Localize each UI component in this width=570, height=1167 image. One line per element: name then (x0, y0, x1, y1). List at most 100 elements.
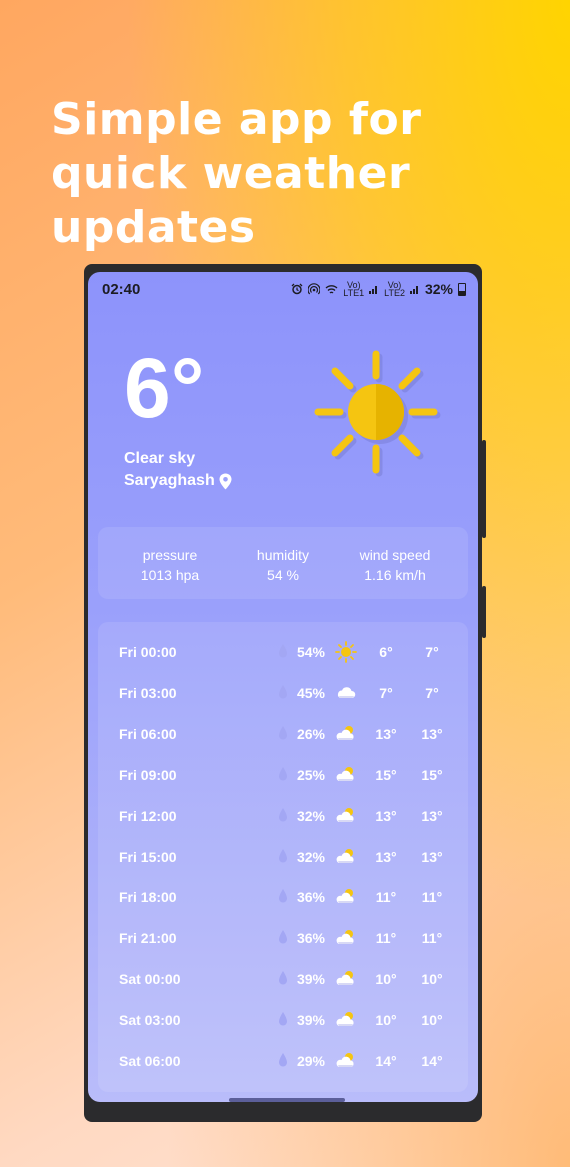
lte2-label: Vo) LTE2 (384, 280, 405, 298)
current-temperature: 6° (124, 341, 205, 435)
humidity-drop-icon (279, 1012, 287, 1026)
partly-cloudy-icon (335, 927, 357, 949)
hotspot-icon (308, 283, 321, 295)
forecast-row: Fri 00:00 54% 6° 7° (98, 632, 468, 672)
partly-cloudy-icon (335, 723, 357, 745)
forecast-humidity: 29% (296, 1053, 325, 1069)
forecast-temp-min: 7° (379, 684, 393, 701)
humidity-drop-icon (279, 684, 287, 699)
pressure-value: 1013 hpa (140, 567, 200, 583)
lte1-label: Vo) LTE1 (343, 280, 365, 298)
partly-cloudy-icon (335, 886, 357, 908)
location-pin-icon (219, 473, 232, 489)
forecast-temp-min: 13° (375, 848, 397, 865)
forecast-row: Fri 09:00 25% 15° 15° (98, 755, 468, 795)
volume-button (482, 440, 486, 538)
forecast-row: Fri 18:00 36% 11° 11° (98, 877, 468, 917)
phone-frame: 02:40 Vo) LTE1 Vo) LTE2 32% 6° Clear sky S… (84, 264, 486, 1122)
forecast-temp-max: 7° (425, 644, 439, 660)
forecast-humidity: 45% (296, 684, 325, 701)
wind-speed-value: 1.16 km/h (364, 567, 426, 583)
location-button[interactable]: Saryaghash (124, 472, 232, 490)
forecast-temp-min: 13° (375, 807, 397, 824)
wifi-icon (325, 284, 338, 294)
forecast-time: Fri 00:00 (119, 644, 177, 660)
forecast-list[interactable]: Fri 00:00 54% 6° 7° Fri 03:00 45% 7° 7° Fri 06:0… (98, 622, 468, 1092)
forecast-temp-min: 10° (375, 1012, 397, 1029)
partly-cloudy-icon (335, 1050, 357, 1072)
forecast-time: Fri 06:00 (119, 725, 177, 742)
wind-speed-label: wind speed (359, 547, 431, 563)
signal-icon-1 (369, 286, 378, 294)
app-screen: 02:40 Vo) LTE1 Vo) LTE2 32% 6° Clear sky S… (88, 272, 478, 1102)
forecast-temp-max: 14° (421, 1053, 443, 1069)
power-button (482, 586, 486, 638)
forecast-temp-max: 10° (421, 1012, 443, 1029)
cloud-icon (335, 682, 357, 704)
partly-cloudy-icon (335, 764, 357, 786)
forecast-humidity: 25% (296, 766, 325, 783)
forecast-temp-max: 10° (421, 971, 443, 988)
forecast-temp-min: 6° (379, 644, 393, 660)
battery-icon (458, 282, 466, 296)
forecast-temp-min: 15° (375, 766, 397, 783)
forecast-temp-min: 14° (375, 1053, 397, 1069)
forecast-humidity: 26% (296, 725, 325, 742)
partly-cloudy-icon (335, 846, 357, 868)
humidity-drop-icon (279, 971, 287, 985)
status-time: 02:40 (102, 281, 141, 298)
alarm-icon (291, 283, 303, 295)
status-icons: Vo) LTE1 Vo) LTE2 32% (291, 280, 466, 298)
humidity-drop-icon (279, 807, 287, 822)
humidity-label: humidity (256, 547, 310, 563)
forecast-humidity: 39% (296, 1012, 325, 1029)
humidity-drop-icon (279, 766, 287, 781)
humidity-cell: humidity 54 % (223, 545, 343, 585)
forecast-time: Fri 09:00 (119, 766, 177, 783)
forecast-row: Sat 00:00 39% 10° 10° (98, 959, 468, 999)
status-bar: 02:40 Vo) LTE1 Vo) LTE2 32% (88, 272, 478, 308)
forecast-temp-max: 13° (421, 725, 443, 742)
location-name: Saryaghash (124, 472, 215, 489)
forecast-humidity: 32% (296, 848, 325, 865)
forecast-time: Fri 12:00 (119, 807, 177, 824)
sun-icon (314, 350, 441, 477)
home-indicator[interactable] (229, 1098, 345, 1102)
forecast-time: Sat 03:00 (119, 1012, 181, 1029)
forecast-row: Sat 06:00 29% 14° 14° (98, 1041, 468, 1081)
forecast-temp-max: 7° (425, 684, 439, 701)
forecast-row: Fri 15:00 32% 13° 13° (98, 837, 468, 877)
forecast-humidity: 36% (296, 930, 325, 947)
forecast-row: Fri 21:00 36% 11° 11° (98, 918, 468, 958)
forecast-row: Fri 03:00 45% 7° 7° (98, 673, 468, 713)
humidity-value: 54 % (267, 567, 299, 583)
forecast-temp-max: 13° (421, 807, 443, 824)
forecast-temp-min: 10° (375, 971, 397, 988)
humidity-drop-icon (279, 930, 287, 944)
sun-icon (335, 641, 357, 663)
partly-cloudy-icon (335, 968, 357, 990)
forecast-temp-min: 11° (375, 930, 397, 947)
forecast-time: Fri 18:00 (119, 889, 177, 906)
forecast-time: Fri 15:00 (119, 848, 177, 865)
forecast-temp-min: 13° (375, 725, 397, 742)
forecast-row: Fri 12:00 32% 13° 13° (98, 796, 468, 836)
forecast-time: Fri 21:00 (119, 930, 177, 947)
pressure-cell: pressure 1013 hpa (110, 545, 230, 585)
signal-icon-2 (409, 286, 418, 294)
forecast-humidity: 39% (296, 971, 325, 988)
forecast-time: Fri 03:00 (119, 684, 177, 701)
forecast-humidity: 54% (296, 644, 325, 660)
forecast-temp-max: 15° (421, 766, 443, 783)
forecast-temp-max: 11° (421, 889, 443, 906)
weather-condition: Clear sky (124, 450, 196, 467)
forecast-temp-max: 11° (421, 930, 443, 947)
forecast-humidity: 32% (296, 807, 325, 824)
humidity-drop-icon (279, 1053, 287, 1067)
details-card: pressure 1013 hpa humidity 54 % wind spe… (98, 527, 468, 599)
forecast-time: Sat 06:00 (119, 1053, 181, 1069)
headline: Simple app for quick weather updates (51, 94, 422, 253)
humidity-drop-icon (279, 644, 287, 658)
forecast-time: Sat 00:00 (119, 971, 181, 988)
partly-cloudy-icon (335, 1009, 357, 1031)
